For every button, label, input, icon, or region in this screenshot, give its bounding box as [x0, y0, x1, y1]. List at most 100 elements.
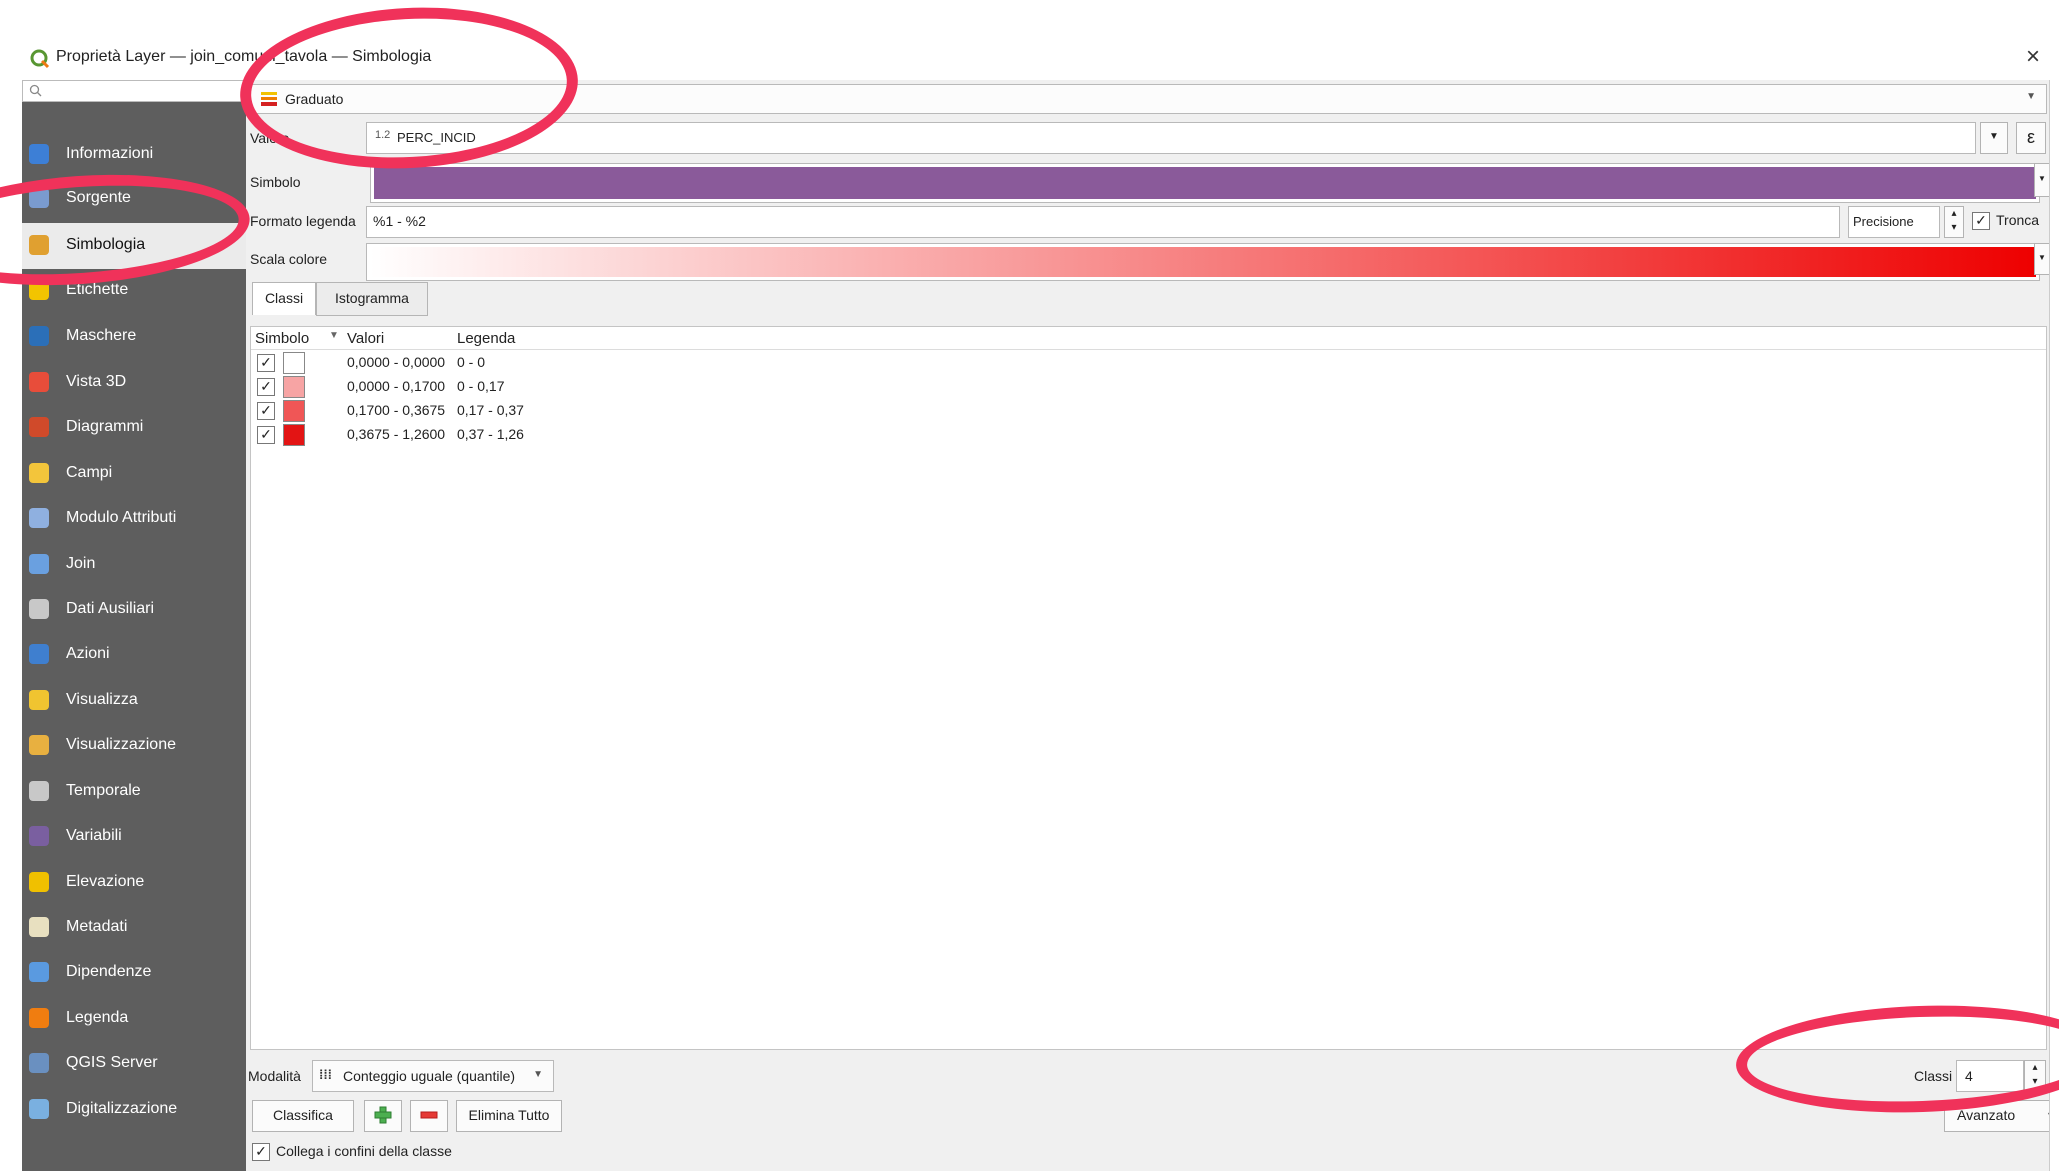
chevron-down-icon: ▼ — [2038, 253, 2046, 262]
class-values-cell[interactable]: 0,1700 - 0,3675 — [347, 402, 445, 418]
sidebar-item-label: Variabili — [66, 827, 122, 844]
truncate-checkbox[interactable]: ✓ — [1972, 212, 1990, 230]
window-title: Proprietà Layer — join_comuni_tavola — S… — [56, 48, 432, 65]
sidebar-item-dati-ausiliari[interactable]: Dati Ausiliari — [22, 587, 246, 633]
value-dropdown-button[interactable]: ▼ — [1980, 122, 2008, 154]
sidebar-item-label: Dipendenze — [66, 963, 152, 980]
sidebar-item-label: Vista 3D — [66, 373, 127, 390]
table-row[interactable]: ✓ 0,0000 - 0,1700 0 - 0,17 — [251, 375, 2046, 399]
class-visible-checkbox[interactable]: ✓ — [257, 426, 275, 444]
column-header-values[interactable]: Valori — [347, 330, 384, 347]
delete-all-button[interactable]: Elimina Tutto — [456, 1100, 562, 1132]
class-legend-cell[interactable]: 0,17 - 0,37 — [457, 402, 524, 418]
sidebar-item-sorgente[interactable]: Sorgente — [22, 176, 246, 222]
class-values-cell[interactable]: 0,0000 - 0,1700 — [347, 378, 445, 394]
sidebar-item-label: Join — [66, 555, 96, 572]
sidebar-item-visualizza[interactable]: Visualizza — [22, 678, 246, 724]
table-row[interactable]: ✓ 0,1700 - 0,3675 0,17 - 0,37 — [251, 399, 2046, 423]
sidebar-search-input[interactable] — [22, 80, 246, 102]
classify-button[interactable]: Classifica — [252, 1100, 354, 1132]
sidebar-item-label: Digitalizzazione — [66, 1100, 178, 1117]
table-row[interactable]: ✓ 0,3675 - 1,2600 0,37 - 1,26 — [251, 423, 2046, 447]
precision-spinbox[interactable]: Precisione — [1848, 206, 1940, 238]
sidebar-item-digitalizzazione[interactable]: Digitalizzazione — [22, 1087, 246, 1133]
classes-count-stepper[interactable]: ▴ ▾ — [2024, 1060, 2046, 1092]
chevron-down-icon: ▼ — [533, 1069, 543, 1080]
sidebar-item-qgis-server[interactable]: QGIS Server — [22, 1041, 246, 1087]
sidebar-item-simbologia[interactable]: Simbologia — [22, 223, 246, 269]
sidebar-item-campi[interactable]: Campi — [22, 451, 246, 497]
symbol-dropdown-button[interactable]: ▼ — [2034, 163, 2050, 197]
sidebar-item-etichette[interactable]: Etichette — [22, 268, 246, 314]
symbol-button[interactable] — [370, 163, 2040, 203]
fields-icon — [26, 460, 54, 488]
remove-class-button[interactable] — [410, 1100, 448, 1132]
column-header-symbol[interactable]: Simbolo — [255, 330, 309, 347]
value-field-select[interactable]: 1.2 PERC_INCID — [366, 122, 1976, 154]
class-symbol-swatch[interactable] — [283, 424, 305, 446]
legend-format-input[interactable]: %1 - %2 — [366, 206, 1840, 238]
add-class-button[interactable] — [364, 1100, 402, 1132]
sidebar-item-legenda[interactable]: Legenda — [22, 996, 246, 1042]
classes-count-input[interactable]: 4 — [1956, 1060, 2024, 1092]
dependencies-icon — [26, 959, 54, 987]
class-values-cell[interactable]: 0,0000 - 0,0000 — [347, 354, 445, 370]
legend-icon — [26, 1005, 54, 1033]
color-ramp-label: Scala colore — [250, 251, 328, 267]
class-legend-cell[interactable]: 0 - 0 — [457, 354, 485, 370]
class-visible-checkbox[interactable]: ✓ — [257, 402, 275, 420]
sidebar-item-azioni[interactable]: Azioni — [22, 632, 246, 678]
chevron-down-icon: ▼ — [2026, 91, 2036, 102]
sidebar-item-variabili[interactable]: Variabili — [22, 814, 246, 860]
class-visible-checkbox[interactable]: ✓ — [257, 378, 275, 396]
sidebar-item-visualizzazione[interactable]: Visualizzazione — [22, 723, 246, 769]
sidebar-item-vista-3d[interactable]: Vista 3D — [22, 360, 246, 406]
tab-histogram[interactable]: Istogramma — [316, 282, 428, 316]
class-legend-cell[interactable]: 0,37 - 1,26 — [457, 426, 524, 442]
class-legend-cell[interactable]: 0 - 0,17 — [457, 378, 504, 394]
table-row[interactable]: ✓ 0,0000 - 0,0000 0 - 0 — [251, 351, 2046, 375]
symbol-label: Simbolo — [250, 174, 301, 190]
class-values-cell[interactable]: 0,3675 - 1,2600 — [347, 426, 445, 442]
sidebar-item-elevazione[interactable]: Elevazione — [22, 860, 246, 906]
link-boundaries-label: Collega i confini della classe — [276, 1143, 452, 1159]
temporal-icon — [26, 778, 54, 806]
sidebar-item-informazioni[interactable]: Informazioni — [22, 132, 246, 178]
mode-select[interactable]: ⁞⁞⁞ Conteggio uguale (quantile) ▼ — [312, 1060, 554, 1092]
sidebar-item-join[interactable]: Join — [22, 542, 246, 588]
plus-icon — [374, 1106, 392, 1124]
class-symbol-swatch[interactable] — [283, 400, 305, 422]
sidebar-item-maschere[interactable]: Maschere — [22, 314, 246, 360]
table-header: Simbolo ▼ Valori Legenda — [251, 327, 2046, 350]
minus-icon — [420, 1111, 438, 1119]
color-ramp-dropdown-button[interactable]: ▼ — [2034, 243, 2050, 275]
color-ramp-button[interactable] — [366, 243, 2040, 281]
qgis-server-icon — [26, 1050, 54, 1078]
class-symbol-swatch[interactable] — [283, 352, 305, 374]
sidebar-item-metadati[interactable]: Metadati — [22, 905, 246, 951]
precision-stepper[interactable]: ▴ ▾ — [1944, 206, 1964, 238]
attributes-form-icon — [26, 505, 54, 533]
expression-button[interactable]: ε — [2016, 122, 2046, 154]
sidebar-item-temporale[interactable]: Temporale — [22, 769, 246, 815]
sidebar-item-modulo-attributi[interactable]: Modulo Attributi — [22, 496, 246, 542]
sidebar-item-label: Dati Ausiliari — [66, 600, 155, 617]
tab-classes[interactable]: Classi — [252, 282, 316, 315]
class-visible-checkbox[interactable]: ✓ — [257, 354, 275, 372]
close-button[interactable]: × — [2018, 42, 2048, 72]
sidebar-item-label: Maschere — [66, 327, 137, 344]
renderer-type-value: Graduato — [285, 91, 344, 107]
variables-icon — [26, 823, 54, 851]
diagrams-icon — [26, 414, 54, 442]
column-header-legend[interactable]: Legenda — [457, 330, 515, 347]
advanced-button[interactable]: Avanzato ▼ — [1944, 1100, 2059, 1132]
sidebar-item-dipendenze[interactable]: Dipendenze — [22, 950, 246, 996]
elevation-icon — [26, 869, 54, 897]
sidebar-item-label: Elevazione — [66, 873, 145, 890]
chevron-down-icon: ▼ — [1989, 131, 1999, 142]
mode-label: Modalità — [248, 1068, 301, 1084]
class-symbol-swatch[interactable] — [283, 376, 305, 398]
renderer-type-select[interactable]: Graduato ▼ — [250, 84, 2047, 114]
sidebar-item-diagrammi[interactable]: Diagrammi — [22, 405, 246, 451]
link-boundaries-checkbox[interactable]: ✓ — [252, 1143, 270, 1161]
